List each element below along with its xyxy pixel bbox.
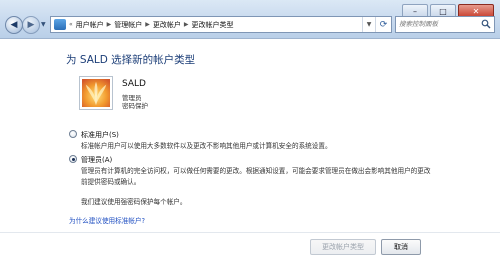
window: – □ ✕ ◀ ▶ ▼ « 用户帐户 ▶ 管理帐户 ▶ 更改帐户 ▶ 更改帐户类… — [0, 0, 500, 280]
cancel-button[interactable]: 取消 — [381, 239, 421, 255]
radio-standard-user[interactable] — [69, 130, 77, 138]
forward-button[interactable]: ▶ — [22, 16, 40, 34]
option-description: 管理员有计算机的完全访问权，可以做任何需要的更改。根据通知设置，可能会要求管理员… — [81, 167, 431, 186]
title-bar: – □ ✕ ◀ ▶ ▼ « 用户帐户 ▶ 管理帐户 ▶ 更改帐户 ▶ 更改帐户类… — [0, 0, 500, 39]
address-bar[interactable]: « 用户帐户 ▶ 管理帐户 ▶ 更改帐户 ▶ 更改帐户类型 ▼ ⟳ — [50, 16, 392, 33]
breadcrumb-manage-accounts[interactable]: 管理帐户 — [114, 20, 142, 30]
address-dropdown-icon[interactable]: ▼ — [362, 17, 375, 32]
account-name: SALD — [122, 79, 146, 89]
account-avatar — [79, 76, 113, 110]
forward-arrow-icon: ▶ — [27, 20, 35, 30]
main-content: 为 SALD 选择新的帐户类型 SALD 管理员 密码保护 标准用户(S) 标准… — [0, 39, 500, 280]
breadcrumb-separator-icon[interactable]: ▶ — [184, 21, 189, 28]
flower-avatar-icon — [82, 79, 110, 107]
search-input[interactable] — [396, 17, 480, 30]
option-label[interactable]: 管理员(A) — [81, 155, 112, 165]
page-title: 为 SALD 选择新的帐户类型 — [66, 54, 196, 66]
breadcrumb-separator-icon[interactable]: « — [69, 21, 73, 28]
breadcrumb-change-account-type[interactable]: 更改帐户类型 — [192, 20, 234, 30]
history-dropdown-icon[interactable]: ▼ — [41, 21, 46, 28]
back-button[interactable]: ◀ — [5, 16, 23, 34]
option-label[interactable]: 标准用户(S) — [81, 130, 119, 140]
navigation-bar: ◀ ▶ ▼ « 用户帐户 ▶ 管理帐户 ▶ 更改帐户 ▶ 更改帐户类型 ▼ ⟳ — [0, 13, 500, 35]
control-panel-icon — [54, 19, 66, 30]
breadcrumb-separator-icon[interactable]: ▶ — [107, 21, 112, 28]
search-icon[interactable] — [481, 19, 491, 29]
change-account-type-button[interactable]: 更改帐户类型 — [310, 239, 376, 255]
button-bar: 更改帐户类型 取消 — [0, 232, 500, 280]
breadcrumb-separator-icon[interactable]: ▶ — [145, 21, 150, 28]
account-password-status: 密码保护 — [122, 102, 148, 110]
breadcrumb-user-accounts[interactable]: 用户帐户 — [76, 20, 104, 30]
back-arrow-icon: ◀ — [10, 20, 18, 30]
search-box[interactable] — [395, 16, 495, 33]
recommendation-text: 我们建议使用强密码保护每个帐户。 — [81, 198, 187, 206]
option-description: 标准帐户用户可以使用大多数软件以及更改不影响其他用户或计算机安全的系统设置。 — [81, 142, 332, 150]
why-standard-link[interactable]: 为什么建议使用标准帐户? — [69, 215, 145, 225]
radio-administrator[interactable] — [69, 155, 77, 163]
refresh-icon[interactable]: ⟳ — [375, 17, 391, 32]
breadcrumb-change-account[interactable]: 更改帐户 — [153, 20, 181, 30]
